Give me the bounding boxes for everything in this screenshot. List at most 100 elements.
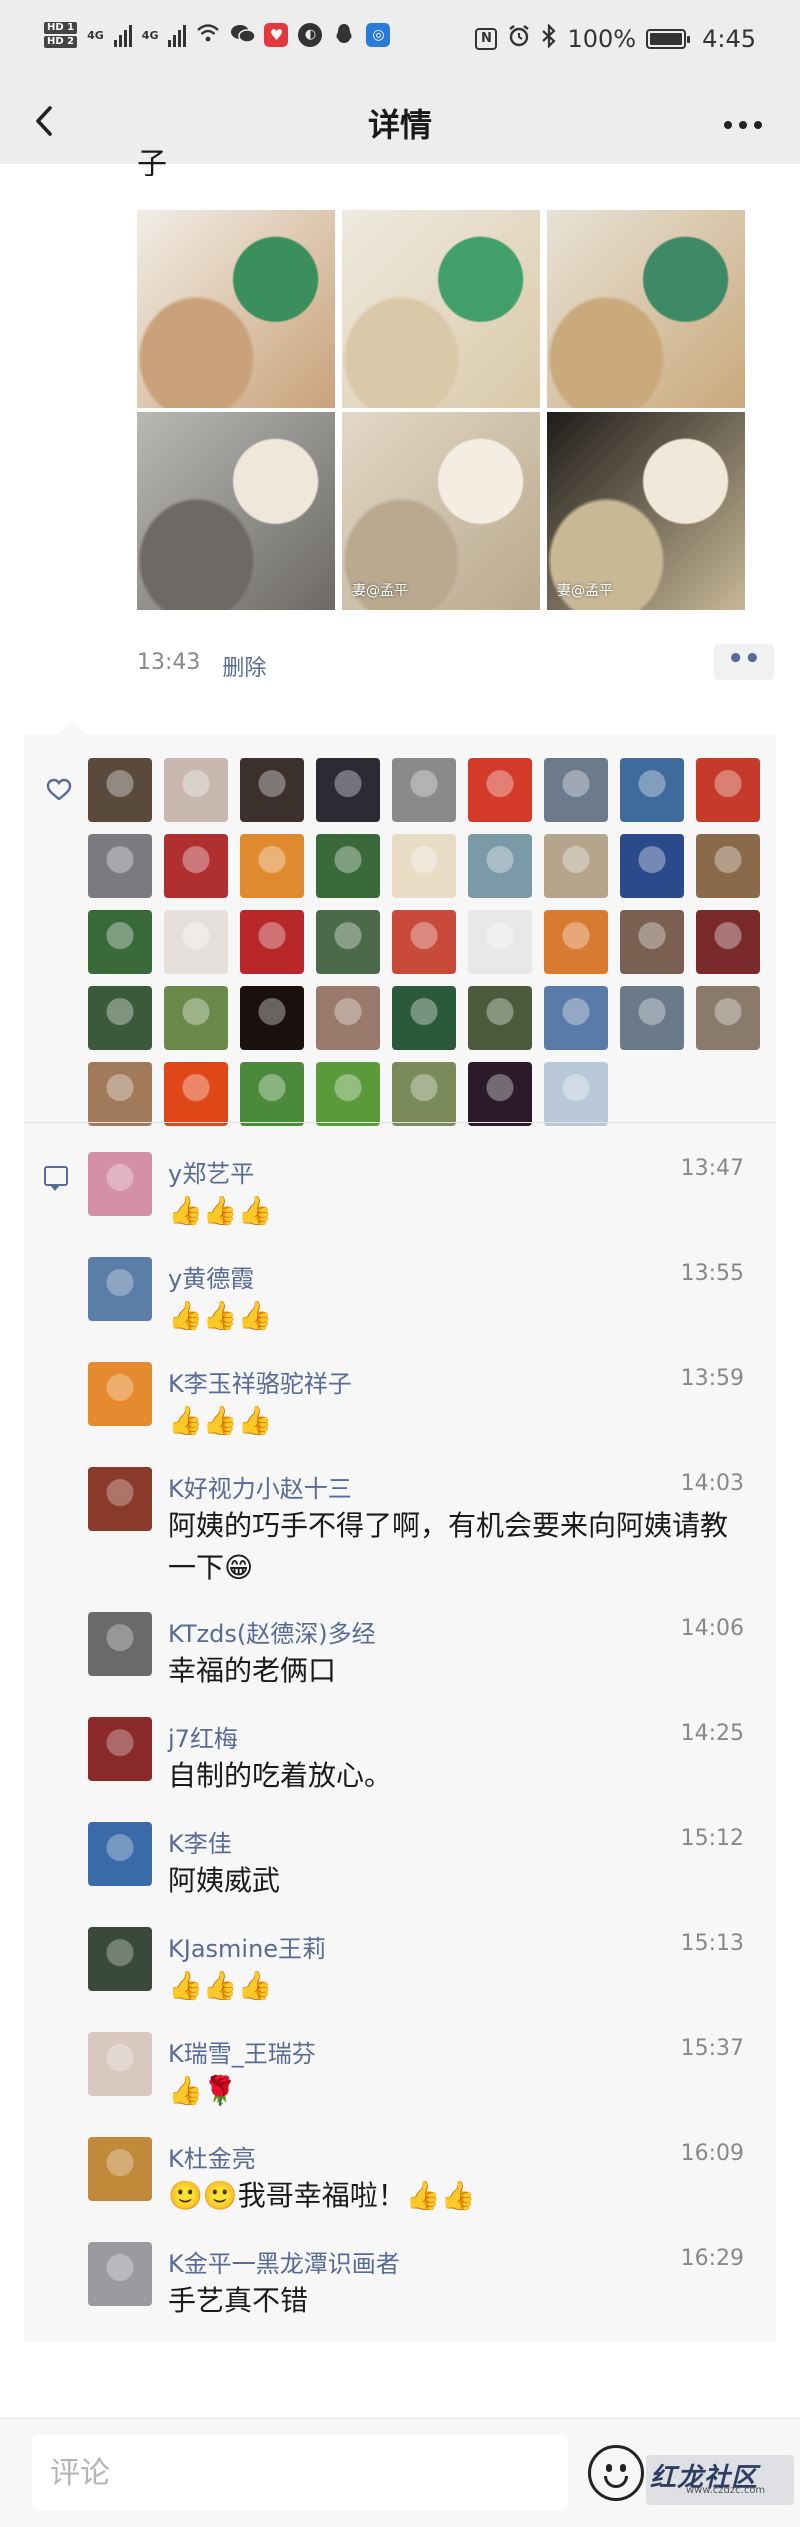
like-avatar[interactable] — [240, 1062, 304, 1126]
like-avatar[interactable] — [240, 758, 304, 822]
comment-text: 👍👍👍 — [168, 1299, 273, 1332]
like-avatar[interactable] — [392, 834, 456, 898]
commenter-name[interactable]: K瑞雪_王瑞芬 — [168, 2034, 316, 2069]
like-avatar[interactable] — [468, 910, 532, 974]
post-time: 13:43 — [137, 650, 201, 675]
like-avatar[interactable] — [544, 834, 608, 898]
commenter-avatar[interactable] — [88, 1152, 152, 1216]
like-avatar[interactable] — [316, 986, 380, 1050]
like-avatar[interactable] — [88, 1062, 152, 1126]
comment-text: 幸福的老俩口 — [168, 1654, 337, 1687]
like-avatar[interactable] — [164, 834, 228, 898]
commenter-name[interactable]: K金平一黑龙潭识画者 — [168, 2244, 400, 2279]
like-avatar[interactable] — [620, 758, 684, 822]
wechat-icon — [230, 23, 257, 47]
like-avatar[interactable] — [696, 910, 760, 974]
commenter-name[interactable]: j7红梅 — [168, 1719, 238, 1754]
like-avatar[interactable] — [468, 1062, 532, 1126]
site-watermark: 红龙社区 www.czdzc.com — [646, 2455, 794, 2505]
commenter-avatar[interactable] — [88, 1467, 152, 1531]
like-avatar[interactable] — [316, 1062, 380, 1126]
like-avatar[interactable] — [392, 986, 456, 1050]
delete-link[interactable]: 删除 — [222, 650, 266, 682]
commenter-avatar[interactable] — [88, 1717, 152, 1781]
network-label-2: 4G — [141, 28, 159, 42]
like-avatar[interactable] — [88, 910, 152, 974]
like-avatar[interactable] — [392, 1062, 456, 1126]
comment-text: 👍🌹 — [168, 2074, 238, 2107]
like-avatar[interactable] — [88, 986, 152, 1050]
signal-icon — [113, 23, 132, 47]
comment-input[interactable] — [32, 2435, 568, 2511]
like-avatar[interactable] — [240, 910, 304, 974]
like-avatar[interactable] — [88, 758, 152, 822]
like-avatar[interactable] — [392, 910, 456, 974]
like-avatar[interactable] — [468, 986, 532, 1050]
like-avatar[interactable] — [468, 834, 532, 898]
photo-thumbnail[interactable]: 妻@孟平 — [342, 412, 540, 610]
post-meta: 13:43 删除 — [137, 650, 266, 682]
comment-time: 16:09 — [680, 2141, 744, 2166]
comment-bar: 红龙社区 www.czdzc.com — [0, 2418, 800, 2527]
commenter-name[interactable]: K杜金亮 — [168, 2139, 256, 2174]
like-avatar[interactable] — [316, 758, 380, 822]
commenter-avatar[interactable] — [88, 1257, 152, 1321]
like-avatar[interactable] — [544, 986, 608, 1050]
like-avatar[interactable] — [316, 834, 380, 898]
watermark-url: www.czdzc.com — [686, 2485, 766, 2496]
hd-badges: HD 1 HD 2 — [44, 22, 78, 48]
like-avatar[interactable] — [164, 1062, 228, 1126]
comment-time: 15:12 — [680, 1826, 744, 1851]
like-avatar[interactable] — [468, 758, 532, 822]
commenter-avatar[interactable] — [88, 2242, 152, 2306]
commenter-name[interactable]: K李佳 — [168, 1824, 232, 1859]
like-avatar[interactable] — [164, 986, 228, 1050]
commenter-avatar[interactable] — [88, 1822, 152, 1886]
like-avatar[interactable] — [240, 834, 304, 898]
more-button[interactable] — [722, 92, 764, 151]
photo-thumbnail[interactable] — [342, 210, 540, 408]
photo-thumbnail[interactable] — [547, 210, 745, 408]
like-avatar[interactable] — [620, 834, 684, 898]
like-avatar[interactable] — [544, 910, 608, 974]
comment-icon — [44, 1166, 68, 1191]
app-icon-ball: ◐ — [298, 23, 323, 47]
like-avatar[interactable] — [392, 758, 456, 822]
commenter-avatar[interactable] — [88, 2032, 152, 2096]
photo-thumbnail[interactable]: 妻@孟平 — [547, 412, 745, 610]
commenter-name[interactable]: KJasmine王莉 — [168, 1929, 326, 1964]
commenter-name[interactable]: y黄德霞 — [168, 1259, 254, 1294]
like-avatar[interactable] — [620, 986, 684, 1050]
like-avatar[interactable] — [88, 834, 152, 898]
like-avatar[interactable] — [240, 986, 304, 1050]
photo-thumbnail[interactable] — [137, 412, 335, 610]
bulb-app-icon: ◎ — [366, 23, 391, 47]
like-avatar[interactable] — [544, 1062, 608, 1126]
commenter-avatar[interactable] — [88, 1612, 152, 1676]
like-avatar[interactable] — [316, 910, 380, 974]
comment-time: 15:13 — [680, 1931, 744, 1956]
like-avatar[interactable] — [164, 758, 228, 822]
commenter-name[interactable]: KTzds(赵德深)多经 — [168, 1614, 376, 1649]
emoji-smile-icon[interactable] — [588, 2445, 644, 2501]
status-right: N 100% 4:45 — [475, 23, 756, 54]
commenter-avatar[interactable] — [88, 2137, 152, 2201]
battery-icon — [646, 29, 691, 49]
commenter-name[interactable]: y郑艺平 — [168, 1154, 254, 1189]
like-comment-toggle-button[interactable]: •• — [714, 644, 774, 680]
like-avatar[interactable] — [696, 758, 760, 822]
like-avatar[interactable] — [544, 758, 608, 822]
like-avatar[interactable] — [164, 910, 228, 974]
comment-text: 🙂🙂我哥幸福啦！👍👍 — [168, 2179, 476, 2212]
hd1-badge: HD 1 — [44, 22, 78, 34]
commenter-name[interactable]: K好视力小赵十三 — [168, 1469, 352, 1504]
commenter-avatar[interactable] — [88, 1927, 152, 1991]
like-avatar[interactable] — [620, 910, 684, 974]
hd2-badge: HD 2 — [44, 36, 78, 48]
photo-thumbnail[interactable] — [137, 210, 335, 408]
commenter-avatar[interactable] — [88, 1362, 152, 1426]
like-avatar[interactable] — [696, 986, 760, 1050]
comment-text: 👍👍👍 — [168, 1969, 273, 2002]
commenter-name[interactable]: K李玉祥骆驼祥子 — [168, 1364, 352, 1399]
like-avatar[interactable] — [696, 834, 760, 898]
